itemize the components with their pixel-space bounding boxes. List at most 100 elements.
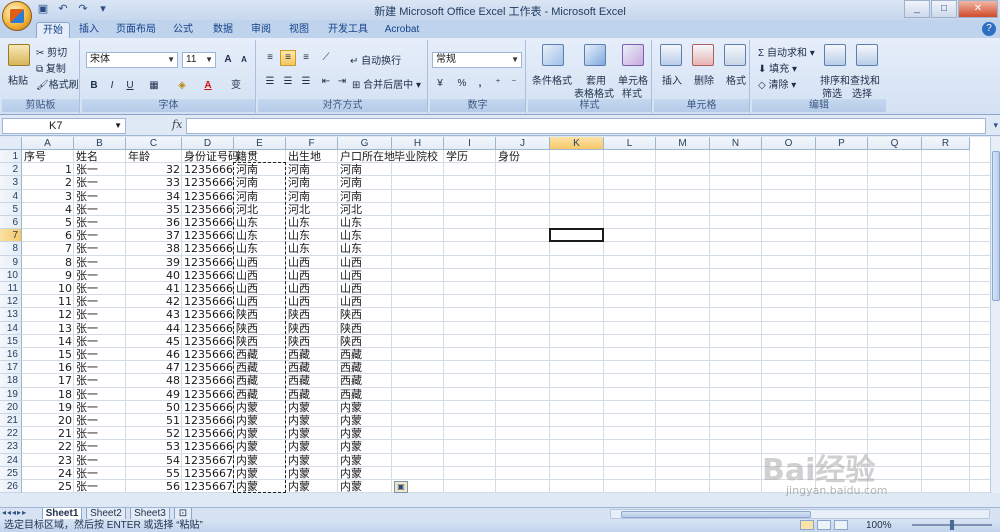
cell-g16[interactable]: 西藏 (338, 348, 392, 361)
cell-b21[interactable]: 张一 (74, 414, 126, 427)
row-header-16[interactable]: 16 (0, 348, 22, 362)
column-header-j[interactable]: J (496, 137, 550, 150)
cell-d18[interactable]: 123566694 (182, 374, 234, 387)
cell-f17[interactable]: 西藏 (286, 361, 338, 374)
cell-g10[interactable]: 山西 (338, 269, 392, 282)
autosum-button[interactable]: Σ 自动求和 ▾ (758, 44, 815, 59)
cell-d3[interactable]: 123566679 (182, 176, 234, 189)
cell-a8[interactable]: 7 (22, 242, 74, 255)
spreadsheet-grid[interactable]: A B C D E F G H I J K L M N O P Q R 1 2 3 4 5 6 7 8 9 10 11 12 13 14 15 1… (0, 137, 990, 493)
tab-data[interactable]: 数据 (206, 22, 240, 38)
cell-a15[interactable]: 14 (22, 335, 74, 348)
underline-button[interactable]: U (122, 78, 138, 94)
cell-g7[interactable]: 山东 (338, 229, 392, 242)
cell-a17[interactable]: 16 (22, 361, 74, 374)
cell-g8[interactable]: 山东 (338, 242, 392, 255)
tab-review[interactable]: 审阅 (244, 22, 278, 38)
cell-b15[interactable]: 张一 (74, 335, 126, 348)
cell-f2[interactable]: 河南 (286, 163, 338, 176)
cell-f12[interactable]: 山西 (286, 295, 338, 308)
cell-c12[interactable]: 42 (126, 295, 182, 308)
cell-c11[interactable]: 41 (126, 282, 182, 295)
number-format-select[interactable]: 常规 ▼ (432, 52, 522, 68)
row-header-14[interactable]: 14 (0, 321, 22, 335)
cell-b10[interactable]: 张一 (74, 269, 126, 282)
row-header-24[interactable]: 24 (0, 453, 22, 467)
tab-page-layout[interactable]: 页面布局 (110, 22, 162, 38)
column-header-b[interactable]: B (74, 137, 126, 150)
cell-f10[interactable]: 山西 (286, 269, 338, 282)
cell-c15[interactable]: 45 (126, 335, 182, 348)
cell-d24[interactable]: 123566700 (182, 454, 234, 467)
cell-g2[interactable]: 河南 (338, 163, 392, 176)
cell-g14[interactable]: 陕西 (338, 322, 392, 335)
cell-c6[interactable]: 36 (126, 216, 182, 229)
cell-f11[interactable]: 山西 (286, 282, 338, 295)
cell-i1[interactable]: 学历 (444, 150, 496, 163)
cell-a25[interactable]: 24 (22, 467, 74, 480)
cell-a3[interactable]: 2 (22, 176, 74, 189)
cell-b9[interactable]: 张一 (74, 256, 126, 269)
column-header-g[interactable]: G (338, 137, 392, 150)
cell-b8[interactable]: 张一 (74, 242, 126, 255)
cell-c16[interactable]: 46 (126, 348, 182, 361)
column-header-l[interactable]: L (604, 137, 656, 150)
cell-c5[interactable]: 35 (126, 203, 182, 216)
column-header-c[interactable]: C (126, 137, 182, 150)
cell-c20[interactable]: 50 (126, 401, 182, 414)
cell-b16[interactable]: 张一 (74, 348, 126, 361)
column-header-d[interactable]: D (182, 137, 234, 150)
cell-c24[interactable]: 54 (126, 454, 182, 467)
cell-a12[interactable]: 11 (22, 295, 74, 308)
page-layout-view-icon[interactable] (817, 520, 831, 530)
row-header-5[interactable]: 5 (0, 202, 22, 216)
copy-button[interactable]: ⧉ 复制 (36, 60, 66, 75)
cell-b20[interactable]: 张一 (74, 401, 126, 414)
minimize-button[interactable]: _ (904, 0, 930, 18)
cell-g22[interactable]: 内蒙 (338, 427, 392, 440)
formula-input[interactable] (186, 118, 986, 134)
format-cells-button[interactable]: 格式 (726, 72, 746, 87)
cell-f6[interactable]: 山东 (286, 216, 338, 229)
cell-a10[interactable]: 9 (22, 269, 74, 282)
column-header-f[interactable]: F (286, 137, 338, 150)
phonetic-button[interactable]: 变 (228, 78, 244, 94)
row-header-15[interactable]: 15 (0, 334, 22, 348)
row-header-4[interactable]: 4 (0, 189, 22, 203)
orientation-icon[interactable]: ⟋ (318, 50, 334, 66)
cell-g24[interactable]: 内蒙 (338, 454, 392, 467)
cell-c7[interactable]: 37 (126, 229, 182, 242)
cell-b25[interactable]: 张一 (74, 467, 126, 480)
fill-color-icon[interactable]: ◈ (174, 78, 190, 94)
cell-d21[interactable]: 123566697 (182, 414, 234, 427)
row-header-12[interactable]: 12 (0, 295, 22, 309)
cell-f3[interactable]: 河南 (286, 176, 338, 189)
zoom-level[interactable]: 100% (866, 519, 892, 532)
cell-a6[interactable]: 5 (22, 216, 74, 229)
align-left-icon[interactable]: ☰ (262, 74, 278, 90)
cell-d7[interactable]: 123566683 (182, 229, 234, 242)
align-right-icon[interactable]: ☰ (298, 74, 314, 90)
cell-d9[interactable]: 123566685 (182, 256, 234, 269)
percent-button[interactable]: % (454, 76, 470, 92)
tab-insert[interactable]: 插入 (74, 22, 104, 38)
cell-c22[interactable]: 52 (126, 427, 182, 440)
cell-a1[interactable]: 序号 (22, 150, 74, 163)
column-header-k[interactable]: K (550, 137, 604, 150)
cell-g3[interactable]: 河南 (338, 176, 392, 189)
cell-a24[interactable]: 23 (22, 454, 74, 467)
row-header-7[interactable]: 7 (0, 229, 22, 243)
cell-c13[interactable]: 43 (126, 308, 182, 321)
name-box[interactable]: K7 ▼ (2, 118, 126, 134)
tab-developer[interactable]: 开发工具 (324, 22, 372, 38)
shrink-font-button[interactable]: A (236, 52, 252, 68)
column-header-m[interactable]: M (656, 137, 710, 150)
cell-d13[interactable]: 123566689 (182, 308, 234, 321)
cell-b14[interactable]: 张一 (74, 322, 126, 335)
cell-a7[interactable]: 6 (22, 229, 74, 242)
row-header-23[interactable]: 23 (0, 440, 22, 454)
column-header-e[interactable]: E (234, 137, 286, 150)
cell-a16[interactable]: 15 (22, 348, 74, 361)
row-header-2[interactable]: 2 (0, 163, 22, 177)
increase-indent-icon[interactable]: ⇥ (334, 74, 350, 90)
